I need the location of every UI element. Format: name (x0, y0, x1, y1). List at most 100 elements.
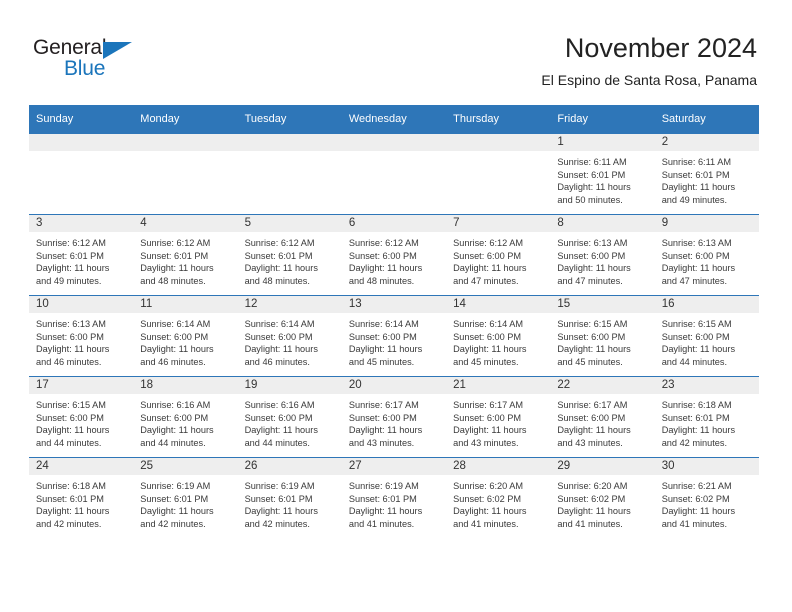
general-blue-logo[interactable]: General Blue (33, 36, 153, 82)
calendar-day-cell[interactable]: 24 Sunrise: 6:18 AM Sunset: 6:01 PM Dayligh… (29, 457, 134, 538)
day-details: Sunrise: 6:15 AM Sunset: 6:00 PM Daylight:… (550, 313, 654, 368)
calendar-day-cell[interactable]: 27 Sunrise: 6:19 AM Sunset: 6:01 PM Dayligh… (341, 457, 447, 538)
day-detail-line: and 46 minutes. (140, 356, 206, 367)
day-number: 15 (550, 296, 655, 313)
day-detail-line: Sunset: 6:00 PM (453, 250, 522, 261)
day-number: 7 (446, 215, 551, 232)
day-detail-line: Sunrise: 6:12 AM (140, 238, 211, 248)
day-detail-line: Daylight: 11 hours (557, 425, 631, 436)
day-details: Sunrise: 6:13 AM Sunset: 6:00 PM Daylight:… (29, 313, 133, 368)
day-detail-line: Daylight: 11 hours (36, 506, 110, 517)
calendar-day-cell[interactable]: 6 Sunrise: 6:12 AM Sunset: 6:00 PM Daylight… (341, 214, 447, 296)
calendar-day-cell[interactable]: 8 Sunrise: 6:13 AM Sunset: 6:00 PM Daylight… (550, 214, 655, 296)
day-details (238, 151, 342, 156)
calendar-day-cell[interactable]: 26 Sunrise: 6:19 AM Sunset: 6:01 PM Dayligh… (237, 457, 342, 538)
day-detail-line: Daylight: 11 hours (348, 344, 423, 355)
day-detail-line: Sunset: 6:00 PM (453, 331, 522, 342)
day-detail-line: and 42 minutes. (661, 437, 728, 448)
calendar-day-cell[interactable]: 21 Sunrise: 6:17 AM Sunset: 6:00 PM Dayligh… (446, 376, 551, 458)
calendar-day-cell[interactable]: 11 Sunrise: 6:14 AM Sunset: 6:00 PM Dayligh… (133, 295, 238, 377)
day-detail-line: Daylight: 11 hours (348, 263, 423, 274)
day-detail-line: Sunrise: 6:21 AM (661, 481, 732, 491)
day-detail-line: Sunset: 6:00 PM (348, 412, 417, 423)
day-detail-line: Sunrise: 6:19 AM (348, 481, 419, 491)
calendar-day-cell[interactable]: 7 Sunrise: 6:12 AM Sunset: 6:00 PM Daylight… (446, 214, 551, 296)
calendar-day-cell[interactable]: 29 Sunrise: 6:20 AM Sunset: 6:02 PM Dayligh… (550, 457, 655, 538)
calendar-day-cell-empty (29, 133, 134, 215)
calendar-day-cell[interactable]: 13 Sunrise: 6:14 AM Sunset: 6:00 PM Dayligh… (341, 295, 447, 377)
day-details: Sunrise: 6:14 AM Sunset: 6:00 PM Daylight:… (133, 313, 237, 368)
calendar-day-cell[interactable]: 16 Sunrise: 6:15 AM Sunset: 6:00 PM Dayligh… (654, 295, 759, 377)
day-detail-line: Sunrise: 6:11 AM (557, 157, 627, 167)
day-detail-line: Sunrise: 6:14 AM (453, 319, 524, 329)
day-detail-line: Sunrise: 6:11 AM (661, 157, 731, 167)
page-subtitle: El Espino de Santa Rosa, Panama (541, 72, 757, 88)
calendar-day-cell[interactable]: 3 Sunrise: 6:12 AM Sunset: 6:01 PM Daylight… (29, 214, 134, 296)
day-details: Sunrise: 6:15 AM Sunset: 6:00 PM Daylight:… (655, 313, 759, 368)
day-detail-line: Sunset: 6:00 PM (557, 412, 626, 423)
page-header: General Blue November 2024 El Espino de … (0, 0, 792, 100)
day-detail-line: and 46 minutes. (244, 356, 310, 367)
day-detail-line: Sunrise: 6:19 AM (140, 481, 211, 491)
day-detail-line: Sunrise: 6:15 AM (557, 319, 628, 329)
calendar-day-cell[interactable]: 1 Sunrise: 6:11 AM Sunset: 6:01 PM Daylight… (550, 133, 655, 215)
calendar-day-cell[interactable]: 25 Sunrise: 6:19 AM Sunset: 6:01 PM Dayligh… (133, 457, 238, 538)
weekday-header-monday: Monday (133, 105, 238, 134)
calendar-day-cell[interactable]: 19 Sunrise: 6:16 AM Sunset: 6:00 PM Dayligh… (237, 376, 342, 458)
day-detail-line: Sunset: 6:00 PM (36, 412, 104, 423)
calendar-day-cell[interactable]: 28 Sunrise: 6:20 AM Sunset: 6:02 PM Dayligh… (446, 457, 551, 538)
calendar-day-cell[interactable]: 10 Sunrise: 6:13 AM Sunset: 6:00 PM Dayligh… (29, 295, 134, 377)
day-detail-line: Daylight: 11 hours (36, 344, 110, 355)
day-number: 28 (446, 458, 551, 475)
day-detail-line: Daylight: 11 hours (140, 425, 214, 436)
day-details: Sunrise: 6:13 AM Sunset: 6:00 PM Daylight:… (655, 232, 759, 287)
day-detail-line: Daylight: 11 hours (453, 506, 527, 517)
day-number: 27 (341, 458, 447, 475)
calendar-day-cell[interactable]: 20 Sunrise: 6:17 AM Sunset: 6:00 PM Dayligh… (341, 376, 447, 458)
calendar-day-cell[interactable]: 30 Sunrise: 6:21 AM Sunset: 6:02 PM Dayligh… (654, 457, 759, 538)
day-details: Sunrise: 6:21 AM Sunset: 6:02 PM Daylight:… (655, 475, 759, 530)
calendar-day-cell[interactable]: 9 Sunrise: 6:13 AM Sunset: 6:00 PM Daylight… (654, 214, 759, 296)
calendar-day-cell[interactable]: 12 Sunrise: 6:14 AM Sunset: 6:00 PM Dayligh… (237, 295, 342, 377)
day-detail-line: Sunrise: 6:17 AM (453, 400, 524, 410)
day-detail-line: Sunset: 6:00 PM (661, 250, 730, 261)
calendar-day-cell[interactable]: 4 Sunrise: 6:12 AM Sunset: 6:01 PM Daylight… (133, 214, 238, 296)
weekday-header-thursday: Thursday (446, 105, 551, 134)
calendar-week-row: 24 Sunrise: 6:18 AM Sunset: 6:01 PM Dayligh… (29, 457, 759, 538)
day-detail-line: Daylight: 11 hours (140, 263, 214, 274)
day-detail-line: Sunrise: 6:17 AM (557, 400, 628, 410)
day-details: Sunrise: 6:16 AM Sunset: 6:00 PM Daylight:… (238, 394, 342, 449)
day-detail-line: Sunset: 6:00 PM (453, 412, 522, 423)
day-detail-line: Sunset: 6:01 PM (348, 493, 417, 504)
day-details: Sunrise: 6:20 AM Sunset: 6:02 PM Daylight:… (446, 475, 550, 530)
day-detail-line: Sunset: 6:01 PM (36, 493, 104, 504)
day-number: 12 (237, 296, 342, 313)
day-details: Sunrise: 6:12 AM Sunset: 6:00 PM Daylight:… (342, 232, 446, 287)
calendar-day-cell[interactable]: 2 Sunrise: 6:11 AM Sunset: 6:01 PM Daylight… (654, 133, 759, 215)
day-number: 14 (446, 296, 551, 313)
calendar-day-cell[interactable]: 18 Sunrise: 6:16 AM Sunset: 6:00 PM Dayligh… (133, 376, 238, 458)
day-detail-line: Sunrise: 6:14 AM (348, 319, 419, 329)
day-details: Sunrise: 6:11 AM Sunset: 6:01 PM Daylight:… (550, 151, 654, 206)
calendar-day-cell[interactable]: 22 Sunrise: 6:17 AM Sunset: 6:00 PM Dayligh… (550, 376, 655, 458)
day-detail-line: Sunset: 6:02 PM (453, 493, 522, 504)
day-detail-line: and 44 minutes. (140, 437, 206, 448)
calendar-day-cell[interactable]: 5 Sunrise: 6:12 AM Sunset: 6:01 PM Daylight… (237, 214, 342, 296)
weekday-header-friday: Friday (550, 105, 655, 134)
calendar-day-cell[interactable]: 23 Sunrise: 6:18 AM Sunset: 6:01 PM Dayligh… (654, 376, 759, 458)
day-detail-line: Sunset: 6:00 PM (661, 331, 730, 342)
day-detail-line: Sunrise: 6:12 AM (244, 238, 315, 248)
day-detail-line: and 42 minutes. (244, 518, 310, 529)
day-number (133, 134, 238, 151)
calendar-day-cell[interactable]: 17 Sunrise: 6:15 AM Sunset: 6:00 PM Dayligh… (29, 376, 134, 458)
day-detail-line: and 45 minutes. (453, 356, 519, 367)
day-details (133, 151, 237, 156)
day-number: 17 (29, 377, 134, 394)
calendar-day-cell[interactable]: 14 Sunrise: 6:14 AM Sunset: 6:00 PM Dayligh… (446, 295, 551, 377)
calendar-day-cell[interactable]: 15 Sunrise: 6:15 AM Sunset: 6:00 PM Dayligh… (550, 295, 655, 377)
day-detail-line: Daylight: 11 hours (36, 263, 110, 274)
day-detail-line: Daylight: 11 hours (557, 344, 631, 355)
day-detail-line: and 44 minutes. (36, 437, 102, 448)
day-detail-line: Sunrise: 6:17 AM (348, 400, 419, 410)
day-number (446, 134, 551, 151)
